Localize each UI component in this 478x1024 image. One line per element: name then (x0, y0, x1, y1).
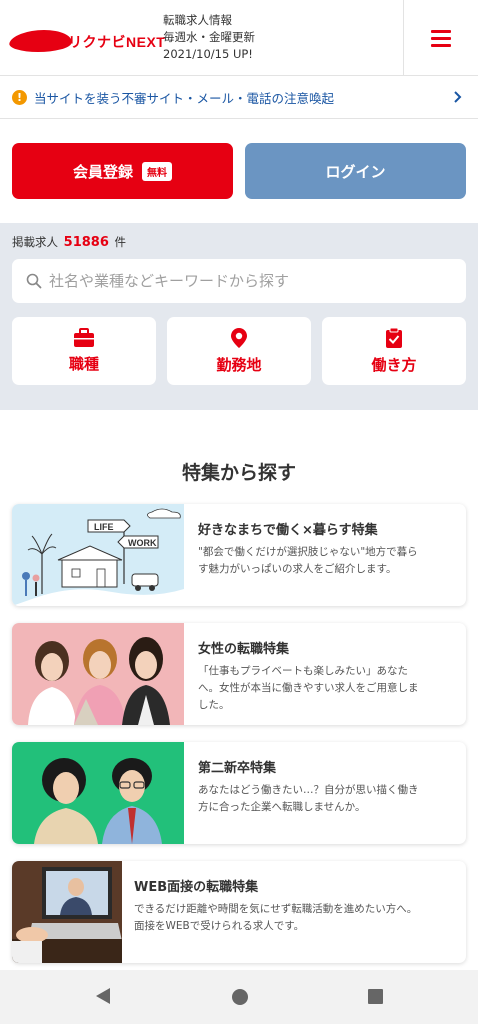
listing-count: 掲載求人 51886 件 (12, 234, 126, 250)
feature-card-local-life[interactable]: LIFE WORK 好きなまちで働く×暮らす特集 "都会で働くだけが選択肢じゃな… (12, 504, 466, 606)
feature-card-desc: 「仕事もプライベートも楽しみたい」あなた へ。女性が本当に働きやすい求人をご用意… (198, 663, 419, 714)
category-label-location: 勤務地 (216, 356, 262, 374)
thumb-sign-life: LIFE (94, 522, 114, 532)
home-icon[interactable] (232, 989, 248, 1005)
logo-swoosh (7, 30, 75, 52)
thumb-sign-work: WORK (128, 538, 157, 548)
category-label-work-style: 働き方 (371, 356, 417, 374)
feature-card-second-graduate[interactable]: 第二新卒特集 あなたはどう働きたい…？自分が思い描く働き 方に合った企業へ転職し… (12, 742, 466, 844)
site-header: リクナビNEXT 転職求人情報 毎週水・金曜更新 2021/10/15 UP! (0, 0, 478, 76)
search-section: 掲載求人 51886 件 職種 勤務地 働き方 (0, 223, 478, 410)
feature-card-title: 好きなまちで働く×暮らす特集 (198, 523, 378, 538)
clipboard-check-icon (386, 327, 402, 348)
system-nav-bar (0, 970, 478, 1024)
listing-count-suffix: 件 (114, 235, 127, 249)
feature-card-desc-line: 方に合った企業へ転職しませんか。 (198, 801, 366, 813)
login-label: ログイン (325, 162, 386, 181)
feature-card-desc-line: へ。女性が本当に働きやすい求人をご用意しま (198, 682, 419, 694)
feature-card-desc: "都会で働くだけが選択肢じゃない"地方で暮ら す魅力がいっぱいの求人をご紹介しま… (198, 544, 418, 578)
feature-thumb-web-interview (12, 861, 122, 963)
warning-icon: ! (12, 90, 27, 105)
feature-card-title: 第二新卒特集 (198, 761, 277, 776)
feature-card-desc-line: す魅力がいっぱいの求人をご紹介します。 (198, 563, 397, 575)
update-info: 転職求人情報 毎週水・金曜更新 2021/10/15 UP! (163, 12, 255, 63)
rikunabi-next-logo[interactable]: リクナビNEXT (7, 22, 165, 56)
search-box[interactable] (12, 259, 466, 303)
feature-card-desc-line: できるだけ距離や時間を気にせず転職活動を進めたい方へ。 (134, 903, 418, 915)
listing-count-prefix: 掲載求人 (12, 235, 58, 249)
back-icon[interactable] (95, 987, 111, 1005)
feature-thumb-women (12, 623, 184, 725)
search-icon (26, 273, 42, 289)
register-label: 会員登録 (72, 162, 133, 181)
feature-card-desc-line: あなたはどう働きたい…？自分が思い描く働き (198, 784, 419, 796)
feature-card-desc: できるだけ距離や時間を気にせず転職活動を進めたい方へ。 面接をWEBで受けられる… (134, 901, 417, 935)
menu-button[interactable] (404, 0, 478, 76)
update-info-line2: 毎週水・金曜更新 (163, 30, 255, 44)
feature-card-title: 女性の転職特集 (198, 642, 290, 657)
security-notice-link[interactable]: ! 当サイトを装う不審サイト・メール・電話の注意喚起 (0, 77, 478, 119)
feature-section-title: 特集から探す (181, 462, 296, 484)
logo-text: リクナビNEXT (68, 34, 166, 50)
search-input[interactable] (49, 272, 439, 290)
feature-card-title: WEB面接の転職特集 (134, 880, 259, 895)
map-pin-icon (231, 328, 247, 348)
feature-card-web-interview[interactable]: WEB面接の転職特集 できるだけ距離や時間を気にせず転職活動を進めたい方へ。 面… (12, 861, 466, 963)
feature-thumb-second-graduate (12, 742, 184, 844)
category-button-job-type[interactable]: 職種 (12, 317, 156, 385)
feature-card-desc-line: 面接をWEBで受けられる求人です。 (134, 920, 305, 932)
recent-apps-icon[interactable] (368, 989, 383, 1004)
update-info-line1: 転職求人情報 (163, 13, 232, 27)
category-button-work-style[interactable]: 働き方 (322, 317, 466, 385)
register-button[interactable]: 会員登録 無料 (12, 143, 233, 199)
briefcase-icon (74, 328, 94, 347)
hamburger-menu-icon (431, 30, 451, 47)
listing-count-value: 51886 (63, 235, 109, 250)
feature-card-desc-line: した。 (198, 699, 230, 711)
update-info-line3: 2021/10/15 UP! (163, 47, 253, 61)
feature-card-desc-line: "都会で働くだけが選択肢じゃない"地方で暮ら (198, 546, 418, 558)
feature-card-desc-line: 「仕事もプライベートも楽しみたい」あなた (198, 665, 408, 677)
notice-text: 当サイトを装う不審サイト・メール・電話の注意喚起 (34, 91, 335, 106)
category-button-location[interactable]: 勤務地 (167, 317, 311, 385)
feature-card-women[interactable]: 女性の転職特集 「仕事もプライベートも楽しみたい」あなた へ。女性が本当に働きや… (12, 623, 466, 725)
feature-card-desc: あなたはどう働きたい…？自分が思い描く働き 方に合った企業へ転職しませんか。 (198, 782, 419, 816)
category-label-job-type: 職種 (68, 355, 99, 373)
login-button[interactable]: ログイン (245, 143, 466, 199)
free-badge: 無料 (142, 161, 172, 181)
feature-thumb-local-life: LIFE WORK (12, 504, 184, 606)
chevron-right-icon (454, 91, 462, 103)
